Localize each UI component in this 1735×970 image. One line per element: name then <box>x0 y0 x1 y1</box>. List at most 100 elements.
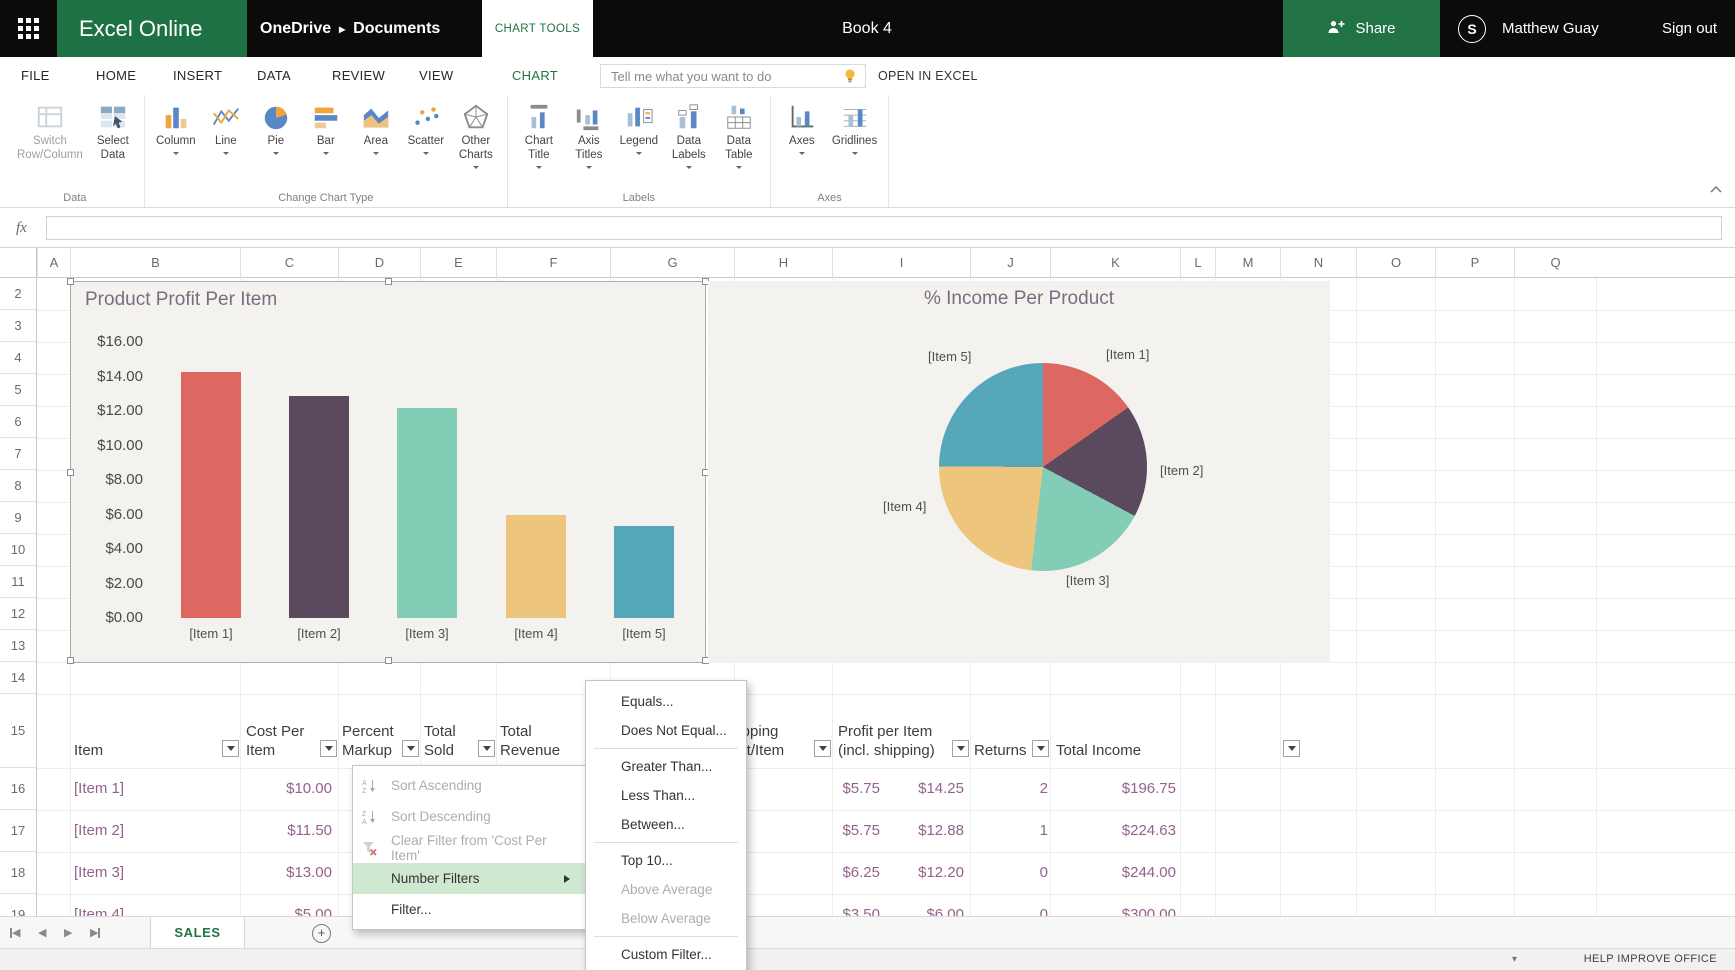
context-menu-item-filter[interactable]: Filter... <box>353 894 586 925</box>
chart-tools-contextual-tab[interactable]: CHART TOOLS <box>482 0 593 57</box>
ribbon-button-bar[interactable]: Bar <box>301 98 351 161</box>
open-in-excel-button[interactable]: OPEN IN EXCEL <box>878 57 978 95</box>
breadcrumb-parent[interactable]: OneDrive <box>260 20 331 38</box>
submenu-item-top-10[interactable]: Top 10... <box>586 846 746 875</box>
column-header-H[interactable]: H <box>734 248 832 278</box>
menubar-tab-insert[interactable]: INSERT <box>173 57 222 95</box>
sign-out-link[interactable]: Sign out <box>1662 0 1717 57</box>
menubar-tab-review[interactable]: REVIEW <box>332 57 385 95</box>
column-header-C[interactable]: C <box>240 248 338 278</box>
selection-handle[interactable] <box>67 469 74 476</box>
formula-input[interactable] <box>47 217 1721 239</box>
row-header-8[interactable]: 8 <box>0 470 36 502</box>
submenu-item-custom-filter[interactable]: Custom Filter... <box>586 940 746 969</box>
filter-dropdown-profit-per-item-incl-shipping[interactable] <box>952 740 969 757</box>
submenu-item-equals[interactable]: Equals... <box>586 687 746 716</box>
app-logo[interactable]: Excel Online <box>57 0 247 57</box>
column-header-N[interactable]: N <box>1280 248 1356 278</box>
ribbon-button-chart-title[interactable]: Chart Title <box>514 98 564 175</box>
sheet-tab-sales[interactable]: SALES <box>150 917 245 948</box>
ribbon-button-pie[interactable]: Pie <box>251 98 301 161</box>
row-header-16[interactable]: 16 <box>0 768 36 810</box>
selection-handle[interactable] <box>67 278 74 285</box>
column-header-A[interactable]: A <box>37 248 70 278</box>
row-header-6[interactable]: 6 <box>0 406 36 438</box>
filter-dropdown-cost-per-item[interactable] <box>320 740 337 757</box>
selection-handle[interactable] <box>67 657 74 664</box>
help-improve-office-link[interactable]: HELP IMPROVE OFFICE <box>1584 949 1717 970</box>
submenu-item-between[interactable]: Between... <box>586 810 746 839</box>
column-header-K[interactable]: K <box>1050 248 1180 278</box>
ribbon-button-axes[interactable]: Axes <box>777 98 827 161</box>
menubar-tab-chart-active[interactable]: CHART <box>505 57 565 95</box>
column-header-E[interactable]: E <box>420 248 496 278</box>
column-header-J[interactable]: J <box>970 248 1050 278</box>
row-header-5[interactable]: 5 <box>0 374 36 406</box>
column-header-O[interactable]: O <box>1356 248 1435 278</box>
row-header-4[interactable]: 4 <box>0 342 36 374</box>
skype-button[interactable]: S <box>1449 0 1495 57</box>
column-header-F[interactable]: F <box>496 248 610 278</box>
first-sheet-button[interactable]: ◀ <box>10 917 20 948</box>
row-header-11[interactable]: 11 <box>0 566 36 598</box>
row-header-13[interactable]: 13 <box>0 630 36 662</box>
fx-icon[interactable]: fx <box>16 208 27 248</box>
column-header-Q[interactable]: Q <box>1514 248 1596 278</box>
row-header-9[interactable]: 9 <box>0 502 36 534</box>
ribbon-button-scatter[interactable]: Scatter <box>401 98 451 161</box>
row-header-14[interactable]: 14 <box>0 662 36 694</box>
row-header-2[interactable]: 2 <box>0 278 36 310</box>
previous-sheet-button[interactable]: ◀ <box>38 917 46 948</box>
filter-dropdown-total-sold[interactable] <box>478 740 495 757</box>
collapse-ribbon-button[interactable] <box>1709 181 1723 199</box>
menubar-tab-home[interactable]: HOME <box>96 57 136 95</box>
submenu-item-greater-than[interactable]: Greater Than... <box>586 752 746 781</box>
context-menu-item-number-filters[interactable]: Number Filters <box>353 863 586 894</box>
ribbon-button-axis-titles[interactable]: Axis Titles <box>564 98 614 175</box>
submenu-item-less-than[interactable]: Less Than... <box>586 781 746 810</box>
row-header-17[interactable]: 17 <box>0 810 36 852</box>
menubar-tab-view[interactable]: VIEW <box>419 57 453 95</box>
menubar-tab-file[interactable]: FILE <box>21 57 50 95</box>
column-header-M[interactable]: M <box>1215 248 1280 278</box>
column-header-G[interactable]: G <box>610 248 734 278</box>
add-sheet-button[interactable]: + <box>312 924 331 943</box>
filter-dropdown-item[interactable] <box>222 740 239 757</box>
ribbon-button-other-charts[interactable]: Other Charts <box>451 98 501 175</box>
row-header-12[interactable]: 12 <box>0 598 36 630</box>
row-header-15[interactable]: 15 <box>0 694 36 768</box>
ribbon-button-data-table[interactable]: Data Table <box>714 98 764 175</box>
row-header-7[interactable]: 7 <box>0 438 36 470</box>
ribbon-button-data-labels[interactable]: Data Labels <box>664 98 714 175</box>
ribbon-button-column[interactable]: Column <box>151 98 201 161</box>
tell-me-input[interactable] <box>601 67 843 85</box>
row-header-3[interactable]: 3 <box>0 310 36 342</box>
selection-handle[interactable] <box>385 278 392 285</box>
document-title[interactable]: Book 4 <box>767 0 967 57</box>
row-header-10[interactable]: 10 <box>0 534 36 566</box>
selection-handle[interactable] <box>385 657 392 664</box>
column-header-L[interactable]: L <box>1180 248 1215 278</box>
submenu-item-does-not-equal[interactable]: Does Not Equal... <box>586 716 746 745</box>
column-header-B[interactable]: B <box>70 248 240 278</box>
bar-chart-object[interactable]: Product Profit Per Item $16.00 $14.00 $12.… <box>67 278 709 664</box>
select-all-corner[interactable] <box>0 248 37 278</box>
ribbon-button-area[interactable]: Area <box>351 98 401 161</box>
app-launcher-button[interactable] <box>0 0 57 57</box>
filter-dropdown-returns[interactable] <box>1032 740 1049 757</box>
user-name[interactable]: Matthew Guay <box>1502 0 1599 57</box>
filter-dropdown-total-income[interactable] <box>1283 740 1300 757</box>
filter-dropdown-percent-markup[interactable] <box>402 740 419 757</box>
ribbon-button-select-data[interactable]: Select Data <box>88 98 138 166</box>
ribbon-button-gridlines[interactable]: Gridlines <box>827 98 882 161</box>
ribbon-button-line[interactable]: Line <box>201 98 251 161</box>
row-header-18[interactable]: 18 <box>0 852 36 894</box>
next-sheet-button[interactable]: ▶ <box>64 917 72 948</box>
column-header-P[interactable]: P <box>1435 248 1514 278</box>
column-header-D[interactable]: D <box>338 248 420 278</box>
last-sheet-button[interactable]: ▶ <box>90 917 101 948</box>
filter-dropdown-shipping-cost-item[interactable] <box>814 740 831 757</box>
pie-chart-object[interactable]: % Income Per Product [Item 1] [Item 2] [It… <box>708 281 1330 663</box>
share-button[interactable]: Share <box>1283 0 1440 57</box>
ribbon-button-legend[interactable]: Legend <box>614 98 664 161</box>
